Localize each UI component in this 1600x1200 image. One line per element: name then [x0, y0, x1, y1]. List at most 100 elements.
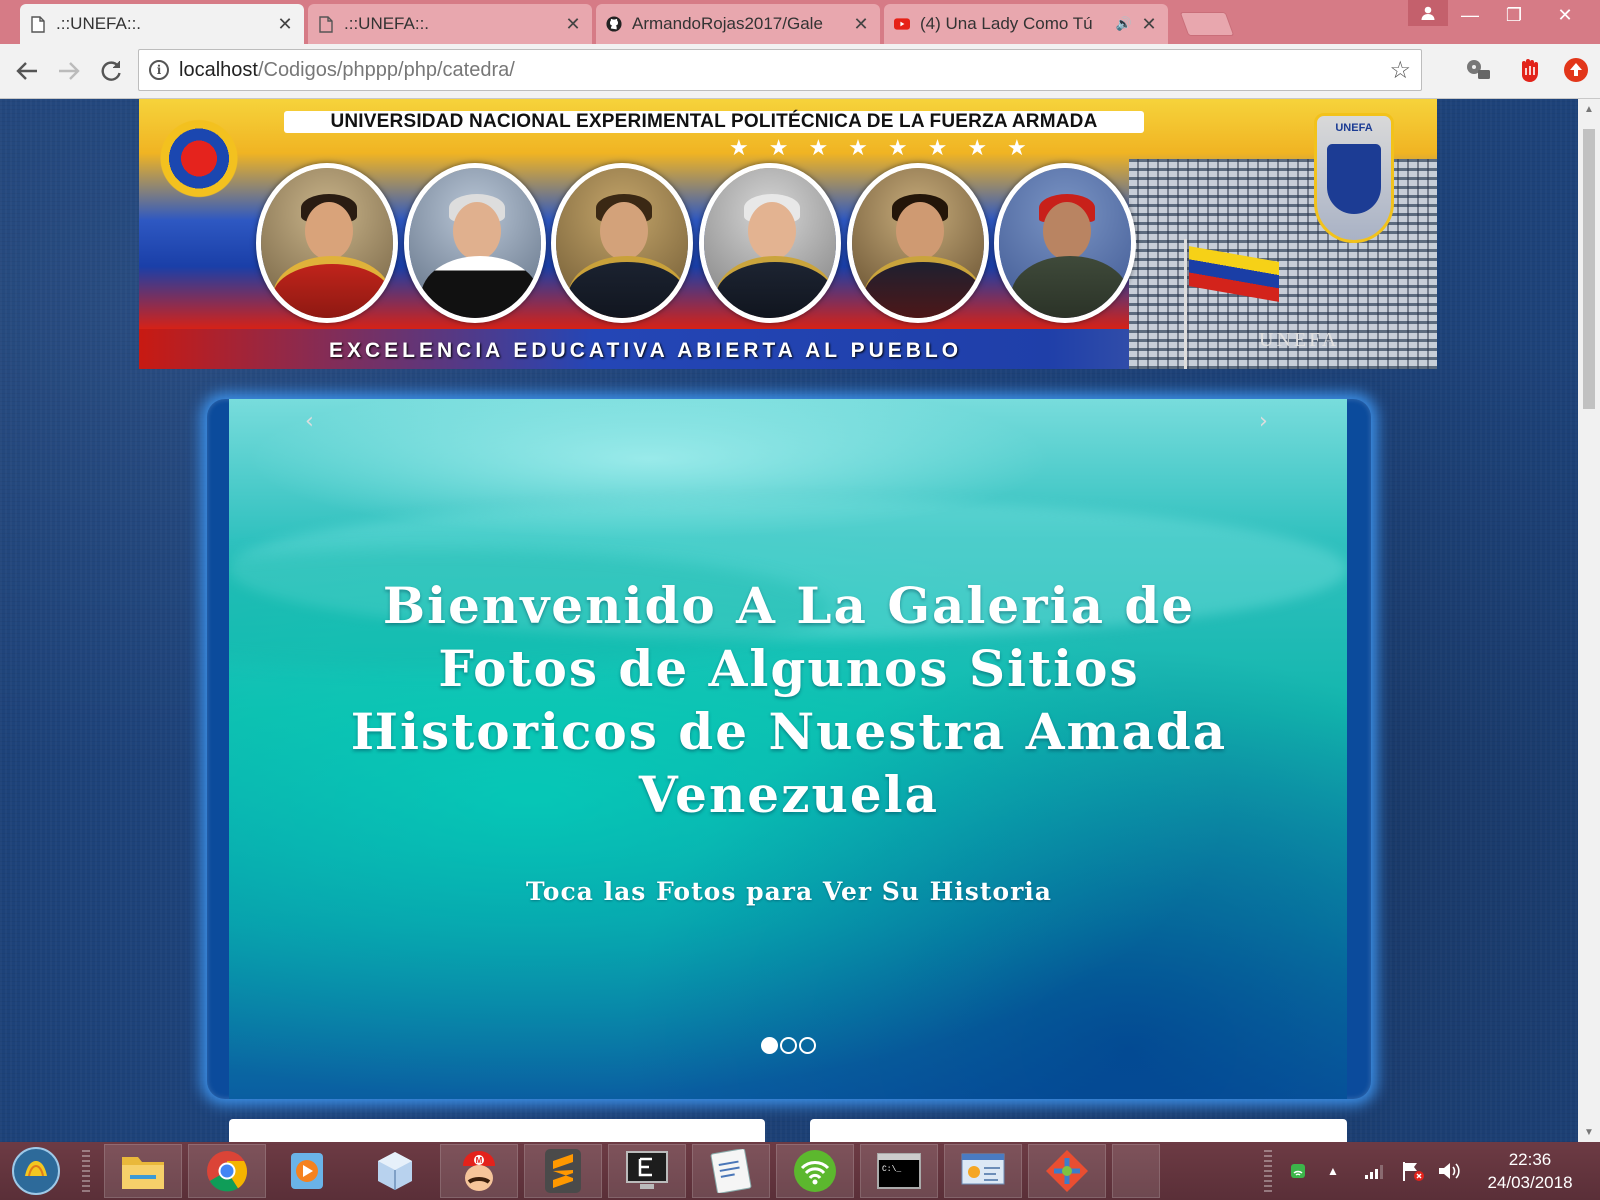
action-center-flag-icon[interactable] — [1398, 1142, 1428, 1200]
address-host: localhost — [179, 58, 258, 81]
file-explorer-button[interactable] — [104, 1144, 182, 1198]
youtube-icon — [894, 15, 910, 33]
new-tab-button[interactable] — [1179, 12, 1235, 36]
close-tab-icon[interactable]: ✕ — [564, 14, 582, 35]
taskbar-grip — [1264, 1150, 1272, 1192]
gallery-card-2[interactable] — [810, 1119, 1347, 1142]
profile-icon[interactable] — [1408, 0, 1448, 26]
wifi-backup-manager-button[interactable] — [692, 1144, 770, 1198]
carousel-next-icon[interactable]: › — [1259, 409, 1268, 434]
chrome-icon — [207, 1151, 248, 1192]
coat-of-arms-icon — [159, 109, 239, 219]
start-orb-icon — [12, 1147, 60, 1195]
building-sign: UNEFA — [1259, 329, 1340, 351]
address-bar[interactable]: i localhost/Codigos/phppp/php/catedra/ ☆ — [138, 49, 1422, 91]
close-window-button[interactable]: ✕ — [1540, 0, 1590, 30]
virtualbox-button[interactable] — [356, 1144, 434, 1198]
taskbar-extra-slot[interactable] — [1112, 1144, 1160, 1198]
unefa-banner: UNEFA ★★★★★★★★ UNEFA UNIVERSIDAD NACIONA… — [139, 99, 1437, 369]
reload-icon — [101, 61, 121, 81]
close-tab-icon[interactable]: ✕ — [1140, 14, 1158, 35]
wifi-hotspot-button[interactable] — [776, 1144, 854, 1198]
upload-extension-icon[interactable] — [1562, 56, 1590, 84]
tab-github[interactable]: ArmandoRojas2017/Gale ✕ — [596, 4, 880, 44]
page-icon — [30, 15, 46, 33]
gallery-card-1[interactable] — [229, 1119, 765, 1142]
wifi-hotspot-icon — [794, 1150, 836, 1192]
windows-taskbar: M C:\_ ▲ 22:36 24/03/2018 — [0, 1142, 1600, 1200]
mario-game-button[interactable]: M — [440, 1144, 518, 1198]
portrait-1 — [256, 163, 398, 323]
carousel-indicator-3[interactable] — [799, 1037, 816, 1054]
command-prompt-icon: C:\_ — [877, 1153, 921, 1189]
close-tab-icon[interactable]: ✕ — [276, 14, 294, 35]
adblock-icon[interactable] — [1516, 56, 1544, 84]
command-prompt-button[interactable]: C:\_ — [860, 1144, 938, 1198]
tab-unefa[interactable]: .::UNEFA::. ✕ — [308, 4, 592, 44]
forward-button[interactable] — [52, 54, 86, 88]
crest-label: UNEFA — [1335, 122, 1373, 134]
network-tool-button[interactable] — [944, 1144, 1022, 1198]
flagpole — [1184, 239, 1187, 369]
git-gui-button[interactable] — [1028, 1144, 1106, 1198]
network-tool-icon — [961, 1153, 1005, 1185]
info-icon[interactable]: i — [149, 60, 169, 80]
banner-title-box: UNIVERSIDAD NACIONAL EXPERIMENTAL POLITÉ… — [284, 111, 1144, 133]
wifi-backup-manager-icon — [710, 1149, 752, 1193]
svg-text:C:\_: C:\_ — [882, 1165, 901, 1174]
banner-motto: EXCELENCIA EDUCATIVA ABIERTA AL PUEBLO — [329, 339, 963, 362]
taskbar-grip — [82, 1150, 90, 1192]
minimize-button[interactable]: — — [1448, 0, 1492, 30]
portrait-6 — [994, 163, 1136, 323]
portrait-5 — [847, 163, 989, 323]
close-tab-icon[interactable]: ✕ — [852, 14, 870, 35]
carousel-indicator-2[interactable] — [780, 1037, 797, 1054]
folder-icon — [122, 1157, 164, 1189]
film-extension-icon[interactable] — [1464, 56, 1492, 84]
scroll-down-icon[interactable]: ▼ — [1578, 1122, 1600, 1142]
back-button[interactable] — [10, 54, 44, 88]
carousel-slide[interactable]: ‹ › Bienvenido A La Galeria de Fotos de … — [229, 399, 1347, 1099]
clock-date: 24/03/2018 — [1487, 1173, 1573, 1192]
svg-text:M: M — [476, 1156, 483, 1165]
git-gui-icon — [1046, 1150, 1088, 1192]
bookmark-star-icon[interactable]: ☆ — [1389, 56, 1411, 85]
unefa-crest-icon: UNEFA — [1314, 113, 1394, 243]
system-clock[interactable]: 22:36 24/03/2018 — [1468, 1148, 1592, 1194]
volume-icon[interactable] — [1434, 1142, 1464, 1200]
clock-time: 22:36 — [1508, 1150, 1552, 1169]
reload-button[interactable] — [94, 54, 128, 88]
web-page: UNEFA ★★★★★★★★ UNEFA UNIVERSIDAD NACIONA… — [0, 99, 1578, 1142]
restore-button[interactable]: ❐ — [1492, 0, 1536, 30]
eclipse-terminal-icon — [626, 1151, 668, 1189]
terminal-app-button[interactable] — [608, 1144, 686, 1198]
media-player-button[interactable] — [268, 1144, 346, 1198]
network-status-icon[interactable] — [1286, 1142, 1310, 1200]
tab-title: .::UNEFA::. — [56, 14, 142, 33]
github-icon — [606, 15, 622, 33]
signal-strength-icon[interactable] — [1360, 1142, 1390, 1200]
banner-stars: ★★★★★★★★ — [729, 135, 1047, 160]
portrait-4 — [699, 163, 841, 323]
browser-titlebar: .::UNEFA::. ✕ .::UNEFA::. ✕ ArmandoRojas… — [0, 0, 1600, 44]
page-icon — [318, 15, 334, 33]
browser-toolbar: i localhost/Codigos/phppp/php/catedra/ ☆ — [0, 44, 1600, 99]
address-path: /Codigos/phppp/php/catedra/ — [257, 58, 515, 81]
carousel-heading: Bienvenido A La Galeria de Fotos de Algu… — [350, 576, 1228, 824]
chrome-button[interactable] — [188, 1144, 266, 1198]
carousel-indicator-1[interactable] — [761, 1037, 778, 1054]
tab-title: .::UNEFA::. — [344, 14, 430, 33]
carousel-prev-icon[interactable]: ‹ — [305, 409, 314, 434]
tab-unefa-active[interactable]: .::UNEFA::. ✕ — [20, 4, 304, 44]
mario-icon: M — [463, 1151, 495, 1191]
scroll-thumb[interactable] — [1583, 129, 1595, 409]
sublime-text-button[interactable] — [524, 1144, 602, 1198]
virtualbox-icon — [378, 1152, 412, 1190]
start-button[interactable] — [6, 1146, 66, 1196]
scroll-up-icon[interactable]: ▲ — [1578, 99, 1600, 119]
page-scrollbar[interactable]: ▲ ▼ — [1578, 99, 1600, 1142]
back-arrow-icon — [16, 62, 37, 80]
show-hidden-icons-icon[interactable]: ▲ — [1322, 1142, 1344, 1200]
tab-youtube[interactable]: (4) Una Lady Como Tú 🔊 ✕ — [884, 4, 1168, 44]
speaker-icon[interactable]: 🔊 — [1116, 16, 1132, 32]
